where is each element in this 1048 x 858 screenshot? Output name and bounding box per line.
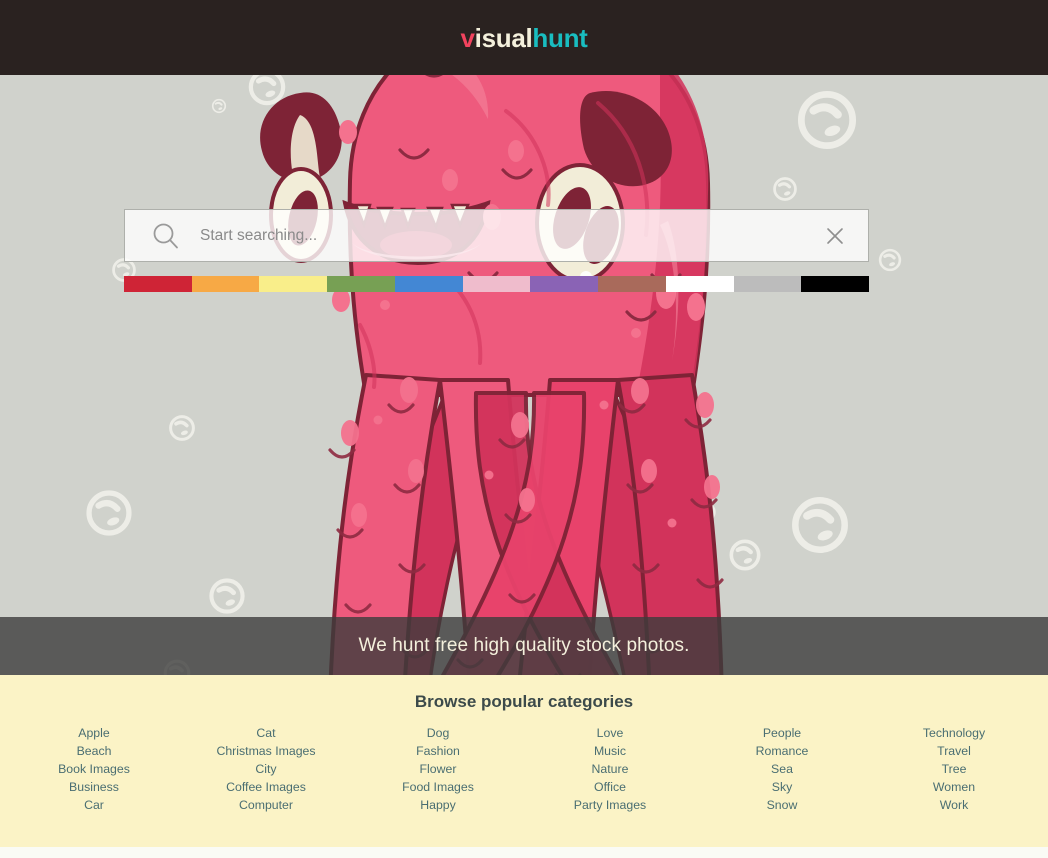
category-link-party-images[interactable]: Party Images — [574, 796, 646, 814]
color-filter-swatches — [124, 276, 870, 292]
logo-text-hunt: hunt — [532, 22, 588, 53]
category-link-happy[interactable]: Happy — [420, 796, 456, 814]
category-link-city[interactable]: City — [255, 760, 276, 778]
category-link-car[interactable]: Car — [84, 796, 104, 814]
search-input[interactable] — [200, 226, 824, 245]
category-column: People Romance Sea Sky Snow — [696, 724, 868, 814]
categories-title: Browse popular categories — [414, 692, 634, 711]
color-swatch-pink[interactable] — [462, 276, 531, 292]
category-link-women[interactable]: Women — [933, 778, 975, 796]
close-x-icon[interactable] — [824, 225, 846, 247]
category-link-people[interactable]: People — [763, 724, 801, 742]
category-link-christmas-images[interactable]: Christmas Images — [216, 742, 315, 760]
search-area — [124, 209, 869, 262]
tagline-text: We hunt free high quality stock photos. — [358, 635, 690, 656]
page-bottom-strip — [0, 847, 1048, 858]
search-box[interactable] — [124, 209, 869, 262]
color-swatch-orange[interactable] — [191, 276, 260, 292]
category-link-work[interactable]: Work — [940, 796, 968, 814]
color-swatch-green[interactable] — [327, 276, 395, 292]
category-column: Dog Fashion Flower Food Images Happy — [352, 724, 524, 814]
category-link-nature[interactable]: Nature — [592, 760, 629, 778]
color-swatch-red[interactable] — [124, 276, 192, 292]
page-root: visualhunt Start searching... We hunt fr… — [0, 0, 1048, 858]
color-swatch-white[interactable] — [665, 276, 734, 292]
category-link-office[interactable]: Office — [594, 778, 626, 796]
category-link-sky[interactable]: Sky — [772, 778, 793, 796]
tagline-bar: We hunt free high quality stock photos. — [0, 617, 1048, 675]
category-link-cat[interactable]: Cat — [256, 724, 275, 742]
hero-section — [0, 75, 1048, 677]
category-link-love[interactable]: Love — [597, 724, 624, 742]
color-swatch-brown[interactable] — [598, 276, 666, 292]
category-link-tree[interactable]: Tree — [942, 760, 967, 778]
category-column: Cat Christmas Images City Coffee Images Comp… — [180, 724, 352, 814]
category-column: Apple Beach Book Images Business Car — [8, 724, 180, 814]
category-link-fashion[interactable]: Fashion — [416, 742, 460, 760]
categories-grid: Apple Beach Book Images Business Car Cat Chris… — [0, 724, 1048, 814]
category-link-beach[interactable]: Beach — [77, 742, 112, 760]
category-link-book-images[interactable]: Book Images — [58, 760, 130, 778]
categories-section: Browse popular categories Apple Beach Book… — [0, 675, 1048, 847]
color-swatch-blue[interactable] — [394, 276, 463, 292]
color-swatch-yellow[interactable] — [259, 276, 328, 292]
monster-illustration — [0, 75, 1048, 677]
category-link-food-images[interactable]: Food Images — [402, 778, 474, 796]
category-link-business[interactable]: Business — [69, 778, 119, 796]
category-link-technology[interactable]: Technology — [923, 724, 985, 742]
category-link-dog[interactable]: Dog — [427, 724, 450, 742]
category-link-computer[interactable]: Computer — [239, 796, 293, 814]
color-swatch-black[interactable] — [801, 276, 870, 292]
category-link-sea[interactable]: Sea — [771, 760, 793, 778]
category-link-flower[interactable]: Flower — [420, 760, 457, 778]
category-column: Love Music Nature Office Party Images — [524, 724, 696, 814]
site-logo[interactable]: visualhunt — [460, 25, 587, 51]
category-link-music[interactable]: Music — [594, 742, 626, 760]
category-link-romance[interactable]: Romance — [756, 742, 809, 760]
logo-letter-v: v — [460, 22, 475, 53]
logo-text-isual: isual — [474, 22, 533, 53]
category-link-apple[interactable]: Apple — [78, 724, 109, 742]
category-link-snow[interactable]: Snow — [767, 796, 798, 814]
category-link-travel[interactable]: Travel — [937, 742, 971, 760]
site-header: visualhunt — [0, 0, 1048, 75]
category-column: Technology Travel Tree Women Work — [868, 724, 1040, 814]
search-icon — [153, 223, 178, 248]
category-link-coffee-images[interactable]: Coffee Images — [226, 778, 306, 796]
color-swatch-purple[interactable] — [530, 276, 599, 292]
color-swatch-grey[interactable] — [733, 276, 802, 292]
